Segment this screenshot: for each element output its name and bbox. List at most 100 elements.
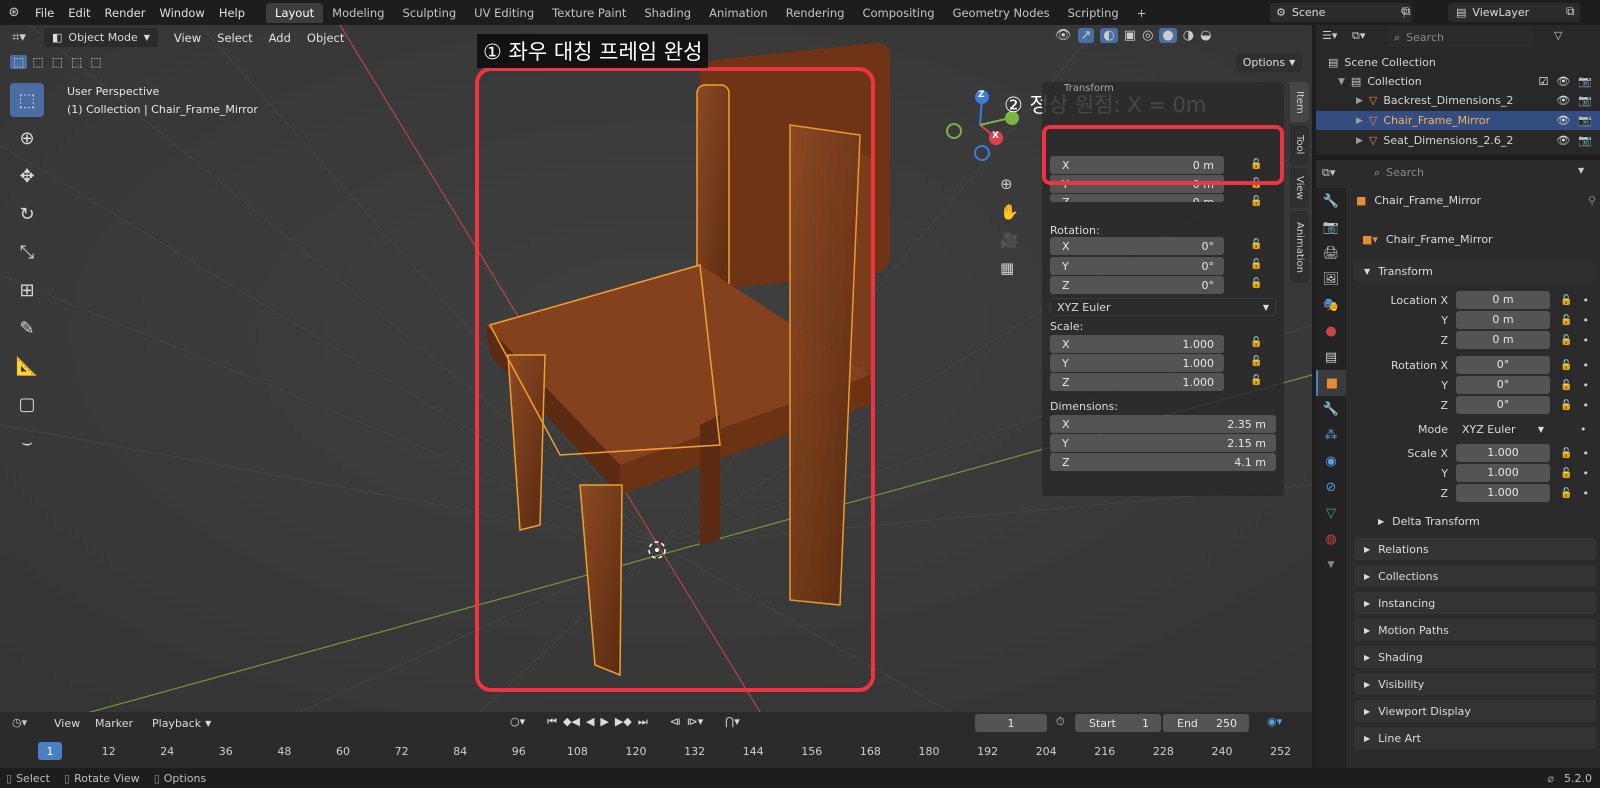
wireframe-shading-icon[interactable]: ◎	[1142, 28, 1153, 43]
camera-icon[interactable]: 📷	[1578, 114, 1592, 127]
properties-search-input[interactable]: ⌕ Search	[1368, 163, 1516, 182]
jump-to-end-icon[interactable]: ⏭	[638, 715, 648, 729]
lock-icon[interactable]: 🔓	[1560, 315, 1572, 326]
rotate-tool[interactable]: ↻	[10, 197, 44, 231]
rotation-x-field[interactable]: 0°	[1456, 356, 1550, 374]
mode-selector[interactable]: ◧ Object Mode ▼	[44, 28, 158, 47]
view-layer-tab-icon[interactable]: 🖼	[1316, 266, 1346, 292]
location-y-field[interactable]: 0 m	[1456, 311, 1550, 329]
3d-viewport[interactable]: ⌗▾ ◧ Object Mode ▼ View Select Add Objec…	[0, 25, 1312, 712]
xray-toggle-icon[interactable]: ▣	[1124, 28, 1136, 43]
camera-icon[interactable]: 📷	[1578, 94, 1592, 107]
viewport-menu-add[interactable]: Add	[261, 31, 299, 45]
transform-tool[interactable]: ⊞	[10, 273, 44, 307]
workspace-tab-texture-paint[interactable]: Texture Paint	[543, 3, 635, 23]
dimensions-x-field[interactable]: X 2.35 m	[1050, 415, 1276, 433]
ortho-grid-icon[interactable]: ▦	[1000, 259, 1019, 277]
chevron-right-icon[interactable]: ▶	[1356, 136, 1363, 146]
keyframe-dot-icon[interactable]: •	[1582, 314, 1589, 327]
rotation-x-field[interactable]: X 0°	[1050, 237, 1224, 255]
keyframe-dot-icon[interactable]: •	[1582, 379, 1589, 392]
lock-icon[interactable]: 🔓	[1250, 278, 1262, 290]
camera-icon[interactable]: 🎥	[1000, 231, 1019, 249]
jump-to-start-icon[interactable]: ⏮	[547, 715, 557, 729]
outliner-item-backrest[interactable]: ▶ ▽ Backrest_Dimensions_2 👁 📷	[1316, 91, 1600, 110]
dimensions-y-field[interactable]: Y 2.15 m	[1050, 434, 1276, 452]
workspace-tab-uv-editing[interactable]: UV Editing	[465, 3, 543, 23]
location-z-field[interactable]: 0 m	[1456, 331, 1550, 349]
delta-transform-header[interactable]: ▶ Delta Transform	[1378, 515, 1480, 528]
outliner-filter-icon[interactable]: ⧉▾	[1352, 29, 1365, 43]
annotate-tool[interactable]: ✎	[10, 311, 44, 345]
outliner-item-seat[interactable]: ▶ ▽ Seat_Dimensions_2.6_2 👁 📷	[1316, 131, 1600, 150]
gizmo-toggle-icon[interactable]: ↗	[1077, 28, 1095, 43]
pin-icon[interactable]: ⚲	[1588, 194, 1596, 207]
object-tab-icon[interactable]: ■	[1316, 370, 1346, 396]
view-layer-selector[interactable]: ▤ ViewLayer	[1448, 3, 1580, 22]
play-reverse-icon[interactable]: ◀	[586, 715, 594, 729]
workspace-tab-rendering[interactable]: Rendering	[777, 3, 854, 23]
keyframe-dot-icon[interactable]: •	[1582, 334, 1589, 347]
lock-icon[interactable]: 🔓	[1250, 196, 1262, 208]
physics-tab-icon[interactable]: ◉	[1316, 448, 1346, 474]
workspace-tab-sculpting[interactable]: Sculpting	[393, 3, 465, 23]
editor-type-icon[interactable]: ⌗▾	[0, 30, 38, 45]
scale-tool[interactable]: ⤡	[10, 235, 44, 269]
cursor-tool[interactable]: ⊕	[10, 121, 44, 155]
scene-selector[interactable]: ⚙ Scene ⚲	[1270, 3, 1412, 22]
solid-shading-icon[interactable]: ●	[1159, 28, 1177, 43]
lock-icon[interactable]: 🔓	[1250, 259, 1262, 271]
outliner-item-chair-frame[interactable]: ▶ ▽ Chair_Frame_Mirror 👁 📷	[1316, 111, 1600, 130]
viewport-menu-object[interactable]: Object	[299, 31, 352, 45]
keyframe-dot-icon[interactable]: •	[1582, 467, 1589, 480]
menu-render[interactable]: Render	[98, 6, 153, 20]
menu-file[interactable]: File	[28, 6, 61, 20]
timeline-menu-marker[interactable]: Marker	[95, 717, 133, 730]
stopwatch-icon[interactable]: ⏱	[1056, 715, 1065, 729]
chevron-right-icon[interactable]: ▶	[1356, 116, 1363, 126]
shading-panel[interactable]: ▶ Shading	[1354, 646, 1596, 668]
workspace-tab-geometry-nodes[interactable]: Geometry Nodes	[944, 3, 1059, 23]
rotation-z-field[interactable]: 0°	[1456, 396, 1550, 414]
scale-y-field[interactable]: 1.000	[1456, 464, 1550, 482]
keyframe-dot-icon[interactable]: •	[1582, 487, 1589, 500]
modifier-tab-icon[interactable]: 🔧	[1316, 396, 1346, 422]
output-tab-icon[interactable]: 🖨	[1316, 240, 1346, 266]
prev-keyframe-icon[interactable]: ◆◀	[563, 715, 580, 729]
tab-animation[interactable]: Animation	[1290, 211, 1309, 283]
eye-icon[interactable]: 👁	[1556, 114, 1570, 127]
constraints-tab-icon[interactable]: ⊘	[1316, 474, 1346, 500]
location-z-field[interactable]: Z 0 m	[1050, 194, 1224, 202]
zoom-icon[interactable]: ⊕	[1000, 175, 1019, 193]
end-frame-field[interactable]: End 250	[1163, 714, 1249, 732]
material-tab-icon[interactable]: ◍	[1316, 526, 1346, 552]
viewport-menu-select[interactable]: Select	[209, 31, 260, 45]
keyframe-dot-icon[interactable]: •	[1582, 447, 1589, 460]
scale-z-field[interactable]: Z 1.000	[1050, 373, 1224, 391]
playback-dropdown[interactable]: Playback ▼	[146, 714, 216, 733]
data-tab-icon[interactable]: ▽	[1316, 500, 1346, 526]
next-marker-icon[interactable]: ⧐▾	[687, 715, 704, 729]
workspace-tab-shading[interactable]: Shading	[635, 3, 700, 23]
collections-panel[interactable]: ▶ Collections	[1354, 565, 1596, 587]
chevron-right-icon[interactable]: ▶	[1356, 96, 1363, 106]
checkbox-icon[interactable]: ☑	[1538, 75, 1548, 88]
instancing-panel[interactable]: ▶ Instancing	[1354, 592, 1596, 614]
tool-settings-tab-icon[interactable]: 🔧	[1316, 188, 1346, 214]
next-keyframe-icon[interactable]: ▶◆	[615, 715, 632, 729]
lock-icon[interactable]: 🔓	[1250, 239, 1262, 251]
workspace-tab-compositing[interactable]: Compositing	[853, 3, 943, 23]
chevron-down-icon[interactable]: ▼	[1578, 166, 1584, 175]
keyframe-dot-icon[interactable]: •	[1582, 399, 1589, 412]
outliner-display-mode-icon[interactable]: ☰▾	[1322, 29, 1337, 42]
workspace-tab-layout[interactable]: Layout	[266, 2, 324, 23]
play-icon[interactable]: ▶	[600, 715, 608, 729]
lock-icon[interactable]: 🔓	[1560, 400, 1572, 411]
select-box-tool[interactable]: ⬚	[10, 83, 44, 117]
rotation-y-field[interactable]: Y 0°	[1050, 257, 1224, 275]
select-extend-icon[interactable]: ⬚	[29, 55, 46, 69]
camera-icon[interactable]: 📷	[1578, 75, 1592, 88]
lock-icon[interactable]: 🔓	[1560, 380, 1572, 391]
snapping-icon[interactable]: ⋂▾	[725, 715, 740, 729]
lock-icon[interactable]: 🔓	[1560, 335, 1572, 346]
